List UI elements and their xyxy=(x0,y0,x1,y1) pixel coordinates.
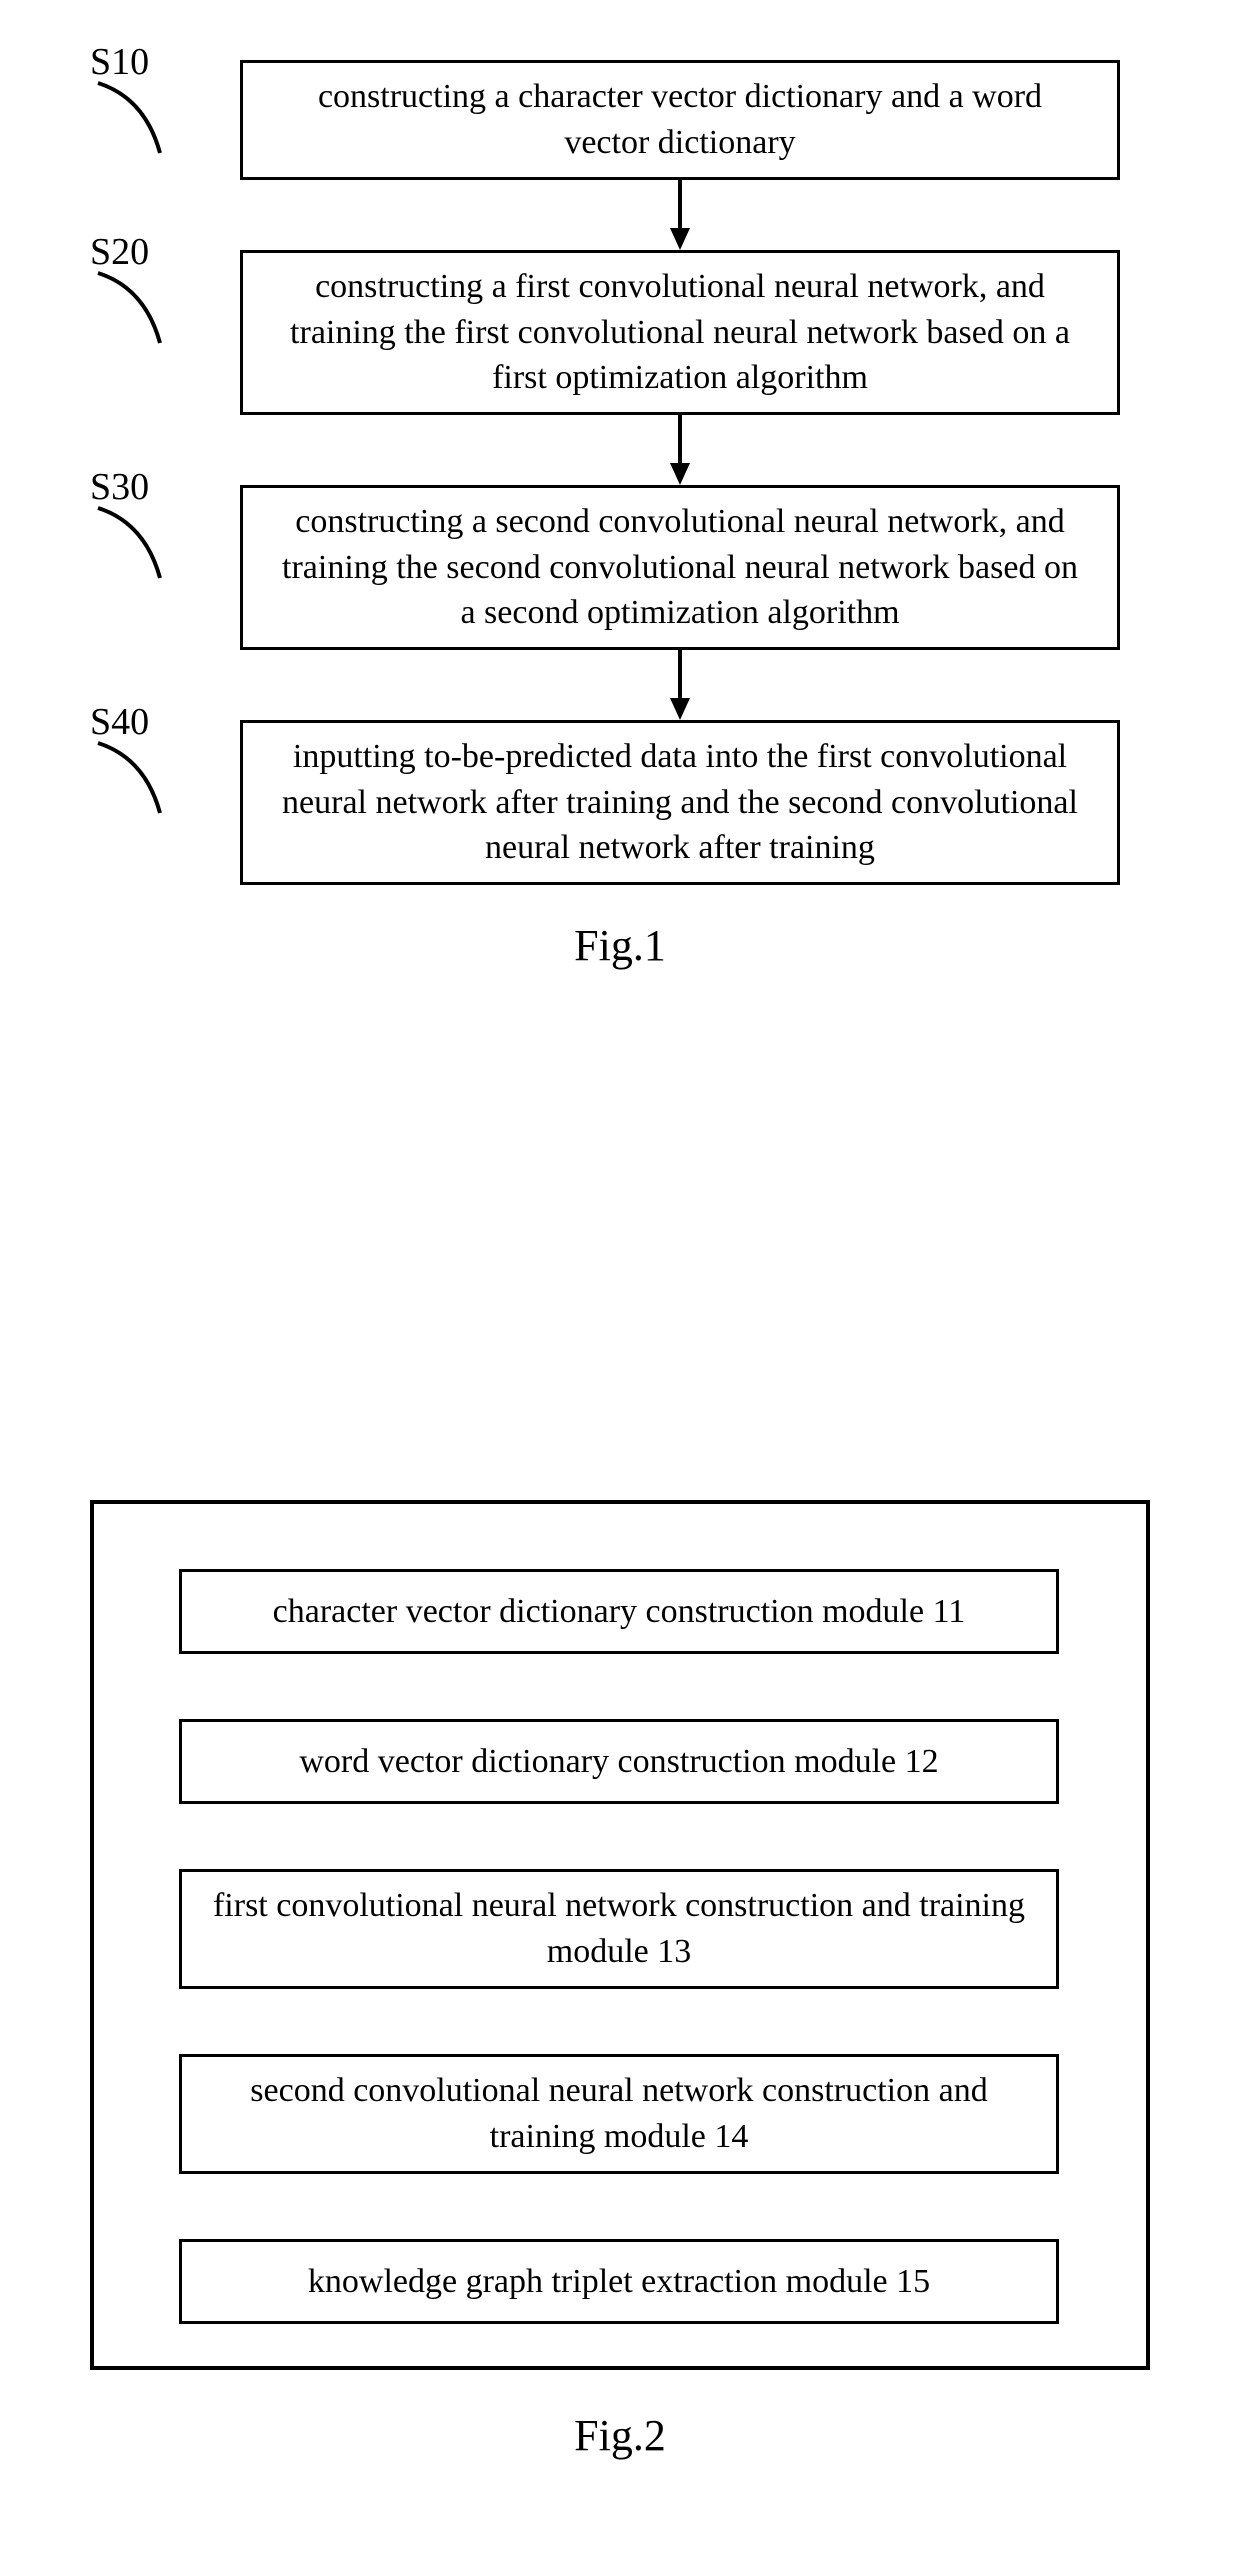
flow-step-s40: inputting to-be-predicted data into the … xyxy=(240,720,1120,885)
flow-step-s20: constructing a first convolutional neura… xyxy=(240,250,1120,415)
module-text: word vector dictionary construction modu… xyxy=(299,1739,938,1785)
flow-step-text: constructing a character vector dictiona… xyxy=(273,74,1087,166)
module-knowledge-graph: knowledge graph triplet extraction modul… xyxy=(179,2239,1059,2324)
arrow-down-icon xyxy=(670,415,690,485)
module-text: knowledge graph triplet extraction modul… xyxy=(308,2259,930,2305)
module-char-vector-dict: character vector dictionary construction… xyxy=(179,1569,1059,1654)
arrow-down-icon xyxy=(670,650,690,720)
figure-2-caption: Fig.2 xyxy=(0,2410,1240,2461)
arrow-down-icon xyxy=(670,180,690,250)
callout-curve-icon xyxy=(90,268,180,358)
module-first-cnn: first convolutional neural network const… xyxy=(179,1869,1059,1989)
module-text: first convolutional neural network const… xyxy=(202,1883,1036,1975)
callout-curve-icon xyxy=(90,738,180,828)
module-text: character vector dictionary construction… xyxy=(273,1589,966,1635)
flow-step-s30: constructing a second convolutional neur… xyxy=(240,485,1120,650)
flow-step-s10: constructing a character vector dictiona… xyxy=(240,60,1120,180)
module-text: second convolutional neural network cons… xyxy=(202,2068,1036,2160)
flow-step-text: constructing a first convolutional neura… xyxy=(273,264,1087,402)
flow-step-text: inputting to-be-predicted data into the … xyxy=(273,734,1087,872)
system-container: character vector dictionary construction… xyxy=(90,1500,1150,2370)
flow-step-text: constructing a second convolutional neur… xyxy=(273,499,1087,637)
figure-1-caption: Fig.1 xyxy=(0,920,1240,971)
callout-curve-icon xyxy=(90,503,180,593)
module-second-cnn: second convolutional neural network cons… xyxy=(179,2054,1059,2174)
page: S10 constructing a character vector dict… xyxy=(0,0,1240,2576)
callout-curve-icon xyxy=(90,78,180,168)
module-word-vector-dict: word vector dictionary construction modu… xyxy=(179,1719,1059,1804)
